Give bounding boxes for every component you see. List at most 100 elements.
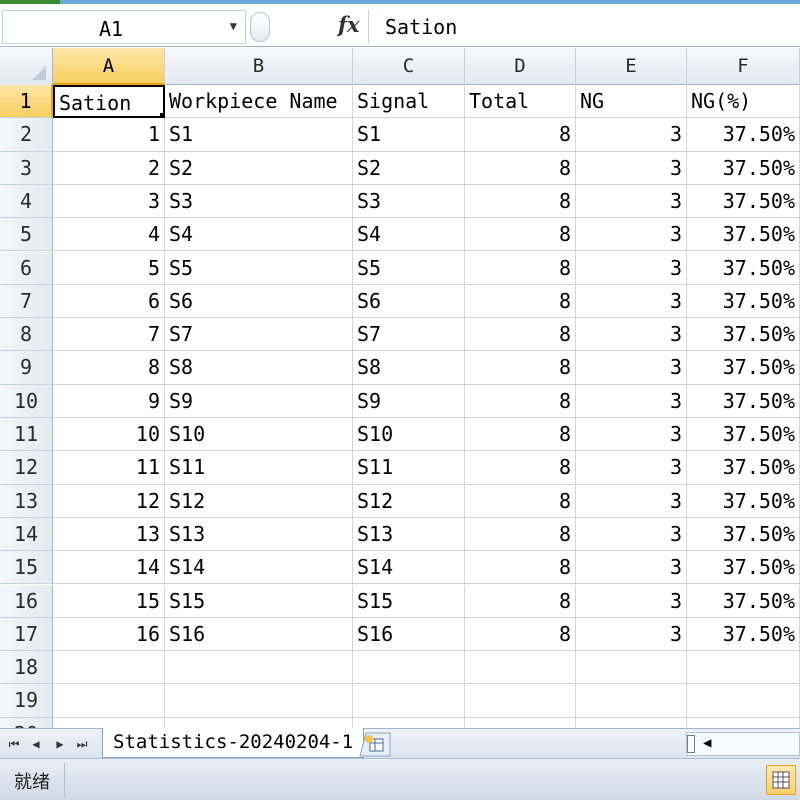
cell-f5[interactable]: 37.50% xyxy=(687,218,800,252)
cell-f15[interactable]: 37.50% xyxy=(687,551,800,585)
cell-e2[interactable]: 3 xyxy=(576,118,687,152)
cell-c12[interactable]: S11 xyxy=(353,451,465,485)
cell-d5[interactable]: 8 xyxy=(465,218,576,252)
cell-c1[interactable]: Signal xyxy=(353,85,465,119)
sheet-tab[interactable]: Statistics-20240204-1 xyxy=(102,728,365,758)
cell-f20[interactable] xyxy=(687,717,800,728)
cell-a14[interactable]: 13 xyxy=(53,517,165,552)
cell-c13[interactable]: S12 xyxy=(353,484,465,518)
cell-d6[interactable]: 8 xyxy=(465,251,576,285)
cell-c14[interactable]: S13 xyxy=(353,517,465,552)
normal-view-icon[interactable] xyxy=(766,765,796,795)
next-sheet-icon[interactable]: ▶ xyxy=(52,735,68,753)
cell-d20[interactable] xyxy=(465,717,576,728)
prev-sheet-icon[interactable]: ◀ xyxy=(28,735,44,753)
cell-a2[interactable]: 1 xyxy=(53,118,165,152)
cell-c3[interactable]: S2 xyxy=(353,151,465,185)
cell-c5[interactable]: S4 xyxy=(353,218,465,252)
row-header[interactable]: 5 xyxy=(0,218,53,252)
cell-e13[interactable]: 3 xyxy=(576,484,687,518)
cell-f18[interactable] xyxy=(687,651,800,685)
row-header[interactable]: 20 xyxy=(0,717,53,728)
row-header[interactable]: 12 xyxy=(0,451,53,485)
cell-d19[interactable] xyxy=(465,684,576,718)
cell-d17[interactable]: 8 xyxy=(465,617,576,652)
cell-c8[interactable]: S7 xyxy=(353,318,465,352)
row-header[interactable]: 6 xyxy=(0,251,53,285)
cell-d12[interactable]: 8 xyxy=(465,451,576,485)
cell-e14[interactable]: 3 xyxy=(576,517,687,552)
cell-d8[interactable]: 8 xyxy=(465,318,576,352)
cell-e8[interactable]: 3 xyxy=(576,318,687,352)
cell-d2[interactable]: 8 xyxy=(465,118,576,152)
cell-b4[interactable]: S3 xyxy=(165,184,353,219)
cell-b17[interactable]: S16 xyxy=(165,617,353,652)
row-header[interactable]: 8 xyxy=(0,318,53,352)
column-header-f[interactable]: F xyxy=(687,48,800,85)
cell-f4[interactable]: 37.50% xyxy=(687,184,800,219)
cell-f8[interactable]: 37.50% xyxy=(687,318,800,352)
cell-c10[interactable]: S9 xyxy=(353,384,465,418)
row-header[interactable]: 10 xyxy=(0,384,53,418)
formula-input[interactable]: Sation xyxy=(368,10,798,44)
cell-f19[interactable] xyxy=(687,684,800,718)
row-header[interactable]: 17 xyxy=(0,617,53,652)
row-header[interactable]: 15 xyxy=(0,551,53,585)
cell-d3[interactable]: 8 xyxy=(465,151,576,185)
row-header[interactable]: 2 xyxy=(0,118,53,152)
cell-a13[interactable]: 12 xyxy=(53,484,165,518)
cell-b7[interactable]: S6 xyxy=(165,284,353,319)
cell-a15[interactable]: 14 xyxy=(53,551,165,585)
cell-e17[interactable]: 3 xyxy=(576,617,687,652)
cell-a16[interactable]: 15 xyxy=(53,584,165,618)
cell-a19[interactable] xyxy=(53,684,165,718)
cell-e4[interactable]: 3 xyxy=(576,184,687,219)
cell-e6[interactable]: 3 xyxy=(576,251,687,285)
cell-b10[interactable]: S9 xyxy=(165,384,353,418)
cell-f3[interactable]: 37.50% xyxy=(687,151,800,185)
cell-c11[interactable]: S10 xyxy=(353,418,465,452)
row-header[interactable]: 9 xyxy=(0,351,53,385)
row-header[interactable]: 3 xyxy=(0,151,53,185)
scroll-left-icon[interactable]: ◀ xyxy=(703,735,711,751)
cell-c20[interactable] xyxy=(353,717,465,728)
cell-a5[interactable]: 4 xyxy=(53,218,165,252)
cell-d7[interactable]: 8 xyxy=(465,284,576,319)
cell-a6[interactable]: 5 xyxy=(53,251,165,285)
column-header-a[interactable]: A xyxy=(53,48,165,85)
cell-e18[interactable] xyxy=(576,651,687,685)
cell-a7[interactable]: 6 xyxy=(53,284,165,319)
tab-split-handle[interactable] xyxy=(687,735,695,753)
row-header[interactable]: 7 xyxy=(0,284,53,319)
cell-d11[interactable]: 8 xyxy=(465,418,576,452)
cell-d9[interactable]: 8 xyxy=(465,351,576,385)
cell-e10[interactable]: 3 xyxy=(576,384,687,418)
cell-b5[interactable]: S4 xyxy=(165,218,353,252)
cell-e5[interactable]: 3 xyxy=(576,218,687,252)
cell-a4[interactable]: 3 xyxy=(53,184,165,219)
cell-e15[interactable]: 3 xyxy=(576,551,687,585)
cell-e20[interactable] xyxy=(576,717,687,728)
cell-d16[interactable]: 8 xyxy=(465,584,576,618)
cell-e1[interactable]: NG xyxy=(576,85,687,119)
row-header[interactable]: 11 xyxy=(0,418,53,452)
cell-a10[interactable]: 9 xyxy=(53,384,165,418)
cell-c16[interactable]: S15 xyxy=(353,584,465,618)
horizontal-scrollbar[interactable]: ◀ xyxy=(686,732,800,756)
cell-b3[interactable]: S2 xyxy=(165,151,353,185)
cell-b16[interactable]: S15 xyxy=(165,584,353,618)
formula-bar-resize-handle[interactable] xyxy=(250,12,270,42)
select-all-button[interactable] xyxy=(0,48,53,85)
column-header-d[interactable]: D xyxy=(465,48,576,85)
cell-d14[interactable]: 8 xyxy=(465,517,576,552)
cell-f17[interactable]: 37.50% xyxy=(687,617,800,652)
cell-e16[interactable]: 3 xyxy=(576,584,687,618)
cell-c18[interactable] xyxy=(353,651,465,685)
cell-c6[interactable]: S5 xyxy=(353,251,465,285)
cell-d15[interactable]: 8 xyxy=(465,551,576,585)
cell-b18[interactable] xyxy=(165,651,353,685)
cell-c2[interactable]: S1 xyxy=(353,118,465,152)
fx-icon[interactable]: fx xyxy=(338,12,360,37)
row-header[interactable]: 4 xyxy=(0,184,53,219)
column-header-b[interactable]: B xyxy=(165,48,353,85)
